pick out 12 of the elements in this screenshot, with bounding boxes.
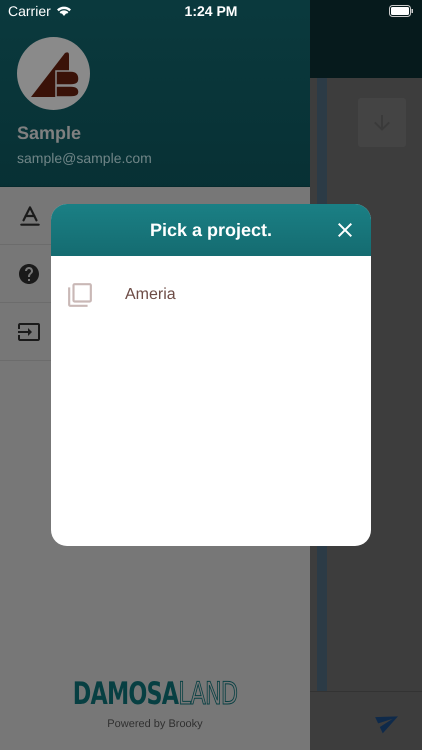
clock-time: 1:24 PM (184, 3, 238, 19)
dialog-title: Pick a project. (150, 220, 272, 240)
copy-icon (67, 282, 93, 308)
user-email: sample@sample.com (17, 150, 153, 166)
help-icon (17, 262, 41, 286)
battery-icon (389, 5, 414, 17)
brand-logo: DAMOSALAND (72, 676, 238, 712)
project-item[interactable]: Ameria (51, 256, 371, 334)
wifi-icon (56, 5, 72, 17)
user-name: Sample (17, 123, 82, 144)
powered-by-text: Powered by Brooky (107, 718, 203, 730)
carrier-label: Carrier (8, 3, 51, 19)
